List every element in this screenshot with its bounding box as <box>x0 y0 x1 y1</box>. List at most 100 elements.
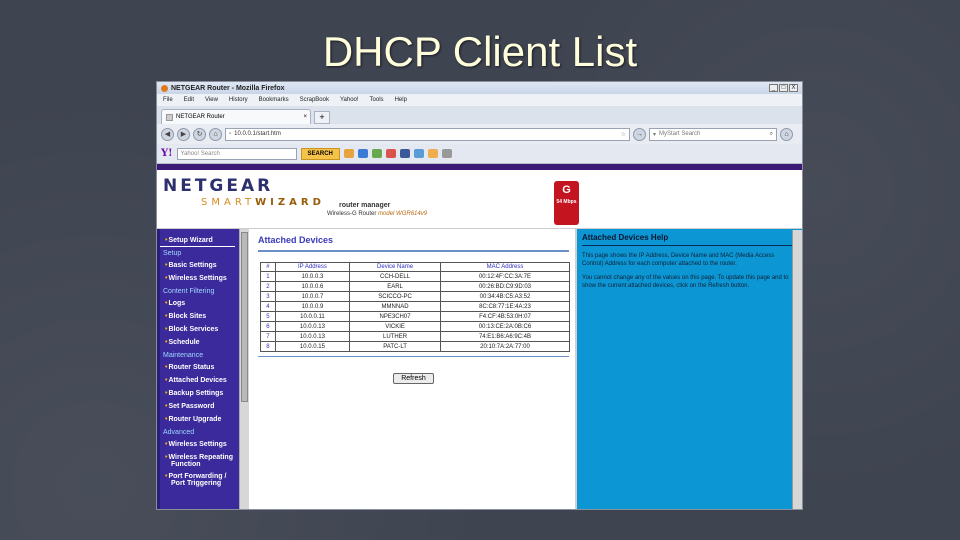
help-divider <box>582 245 797 246</box>
sidebar-item-label: Wireless Repeating <box>168 454 233 461</box>
menu-history[interactable]: History <box>229 97 248 103</box>
toolbar-icon[interactable] <box>427 149 438 158</box>
table-row: 3 10.0.0.7 SCICCO-PC 00:34:4B:C5:A3:52 <box>260 291 571 302</box>
yahoo-search-button[interactable]: SEARCH <box>300 147 340 160</box>
sidebar-section-advanced: Advanced <box>163 429 195 436</box>
menu-tools[interactable]: Tools <box>370 97 384 103</box>
model-name: model WGR614v9 <box>378 211 428 217</box>
notifications-icon[interactable] <box>385 149 396 158</box>
page-title: Attached Devices <box>258 235 334 245</box>
back-icon[interactable]: ◀ <box>161 127 174 141</box>
device-name: SCICCO-PC <box>349 291 441 302</box>
sidebar-item-wireless-settings[interactable]: •Wireless Settings <box>157 272 249 285</box>
ip-address: 10.0.0.6 <box>274 281 351 292</box>
search-placeholder: MyStart Search <box>659 131 701 137</box>
sidebar-item-schedule[interactable]: •Schedule <box>157 336 249 349</box>
menu-scrapbook[interactable]: ScrapBook <box>300 97 329 103</box>
home-page-icon[interactable]: ⌂ <box>780 127 793 141</box>
menu-file[interactable]: File <box>163 97 173 103</box>
sidebar-item-label-continued: Function <box>171 461 201 468</box>
device-name: EARL <box>349 281 441 292</box>
search-icon[interactable]: ⌕ <box>770 131 773 138</box>
close-button[interactable]: X <box>789 84 798 92</box>
help-paragraph: You cannot change any of the values on t… <box>582 275 789 289</box>
column-header: # <box>260 262 276 272</box>
toolbar-icon[interactable] <box>441 149 452 158</box>
sidebar-item-router-upgrade[interactable]: •Router Upgrade <box>157 413 249 426</box>
sidebar-item-label: Set Password <box>168 403 215 410</box>
maximize-button[interactable]: □ <box>779 84 788 92</box>
sidebar-item-label: Logs <box>168 300 186 307</box>
minimize-button[interactable]: _ <box>769 84 778 92</box>
row-number: 1 <box>260 271 276 282</box>
mail-icon[interactable] <box>357 149 368 158</box>
refresh-button[interactable]: Refresh <box>393 373 434 384</box>
toolbar-icon[interactable] <box>413 149 424 158</box>
sidebar-item-label: Port Forwarding / <box>168 473 227 480</box>
menu-help[interactable]: Help <box>395 97 407 103</box>
yahoo-logo[interactable]: Y! <box>161 148 173 159</box>
help-scrollbar[interactable] <box>792 230 802 509</box>
new-tab-button[interactable]: + <box>314 111 330 124</box>
table-row: 8 10.0.0.15 PATC-LT 20:10:7A:2A:77:00 <box>260 341 571 352</box>
router-sidebar: •Setup Wizard Setup •Basic Settings •Wir… <box>157 229 249 509</box>
smartwizard-logo: SMARTWIZARD <box>201 197 325 208</box>
netgear-logo: NETGEAR <box>163 176 274 196</box>
sidebar-item-label: Wireless Settings <box>168 275 227 282</box>
sidebar-item-backup-settings[interactable]: •Backup Settings <box>157 387 249 400</box>
search-bar[interactable]: ▾ MyStart Search ⌕ <box>649 127 777 141</box>
reload-icon[interactable]: ↻ <box>193 127 206 141</box>
sidebar-item-label: Block Services <box>168 326 219 333</box>
sidebar-item-logs[interactable]: •Logs <box>157 297 249 310</box>
row-number: 4 <box>260 301 276 312</box>
sidebar-section-content-filtering: Content Filtering <box>163 288 215 295</box>
sidebar-item-block-sites[interactable]: •Block Sites <box>157 310 249 323</box>
sidebar-item-setup-wizard[interactable]: •Setup Wizard <box>157 234 235 247</box>
refresh-container: Refresh <box>258 367 569 385</box>
tab-netgear-router[interactable]: NETGEAR Router × <box>161 109 311 124</box>
column-header: Device Name <box>349 262 441 272</box>
sidebar-item-port-forwarding[interactable]: •Port Forwarding / <box>157 470 249 480</box>
search-engine-icon[interactable]: ▾ <box>653 131 656 138</box>
facebook-icon[interactable] <box>399 149 410 158</box>
table-row: 5 10.0.0.11 NPE3CH07 F4:CF:4B:53:0H:07 <box>260 311 571 322</box>
go-icon[interactable]: → <box>633 127 646 141</box>
toolbar-icon[interactable] <box>343 149 354 158</box>
menu-yahoo[interactable]: Yahoo! <box>340 97 359 103</box>
sidebar-item-basic-settings[interactable]: •Basic Settings <box>157 259 249 272</box>
sidebar-item-set-password[interactable]: •Set Password <box>157 400 249 413</box>
row-number: 3 <box>260 291 276 302</box>
menu-edit[interactable]: Edit <box>184 97 194 103</box>
bookmark-star-icon[interactable]: ☆ <box>621 131 626 138</box>
badge-letter: G <box>562 184 571 196</box>
tab-close-icon[interactable]: × <box>303 114 307 120</box>
sidebar-item-advanced-wireless-settings[interactable]: •Wireless Settings <box>157 438 249 451</box>
sidebar-item-attached-devices[interactable]: •Attached Devices <box>157 374 249 387</box>
toolbar-icon[interactable] <box>371 149 382 158</box>
row-number: 7 <box>260 331 276 342</box>
scrollbar-thumb[interactable] <box>241 232 248 402</box>
yahoo-search-input[interactable]: Yahoo! Search <box>176 147 297 160</box>
help-title: Attached Devices Help <box>582 233 669 242</box>
router-content: •Setup Wizard Setup •Basic Settings •Wir… <box>157 229 802 509</box>
sidebar-scrollbar[interactable] <box>239 229 249 509</box>
home-icon[interactable]: ⌂ <box>209 127 222 141</box>
sidebar-item-router-status[interactable]: •Router Status <box>157 361 249 374</box>
menu-view[interactable]: View <box>205 97 218 103</box>
model-prefix: Wireless-G Router <box>327 211 377 217</box>
table-row: 4 10.0.0.9 MMNNAD 8C:C8:77:1E:4A:23 <box>260 301 571 312</box>
sidebar-item-label: Block Sites <box>168 313 207 320</box>
menu-bookmarks[interactable]: Bookmarks <box>259 97 289 103</box>
row-number: 8 <box>260 341 276 352</box>
device-name: PATC-LT <box>349 341 441 352</box>
ip-address: 10.0.0.11 <box>274 311 351 322</box>
device-name: CCH-DELL <box>349 271 441 282</box>
window-title: NETGEAR Router - Mozilla Firefox <box>171 84 285 92</box>
tab-bar: NETGEAR Router × + <box>157 106 802 124</box>
help-pane: Attached Devices Help This page shows th… <box>577 229 802 509</box>
sidebar-item-wireless-repeating[interactable]: •Wireless Repeating <box>157 451 249 461</box>
url-bar[interactable]: ▫ 10.0.0.1/start.htm ☆ <box>225 127 630 141</box>
sidebar-item-block-services[interactable]: •Block Services <box>157 323 249 336</box>
mac-address: 8C:C8:77:1E:4A:23 <box>439 301 571 312</box>
forward-icon[interactable]: ▶ <box>177 127 190 141</box>
